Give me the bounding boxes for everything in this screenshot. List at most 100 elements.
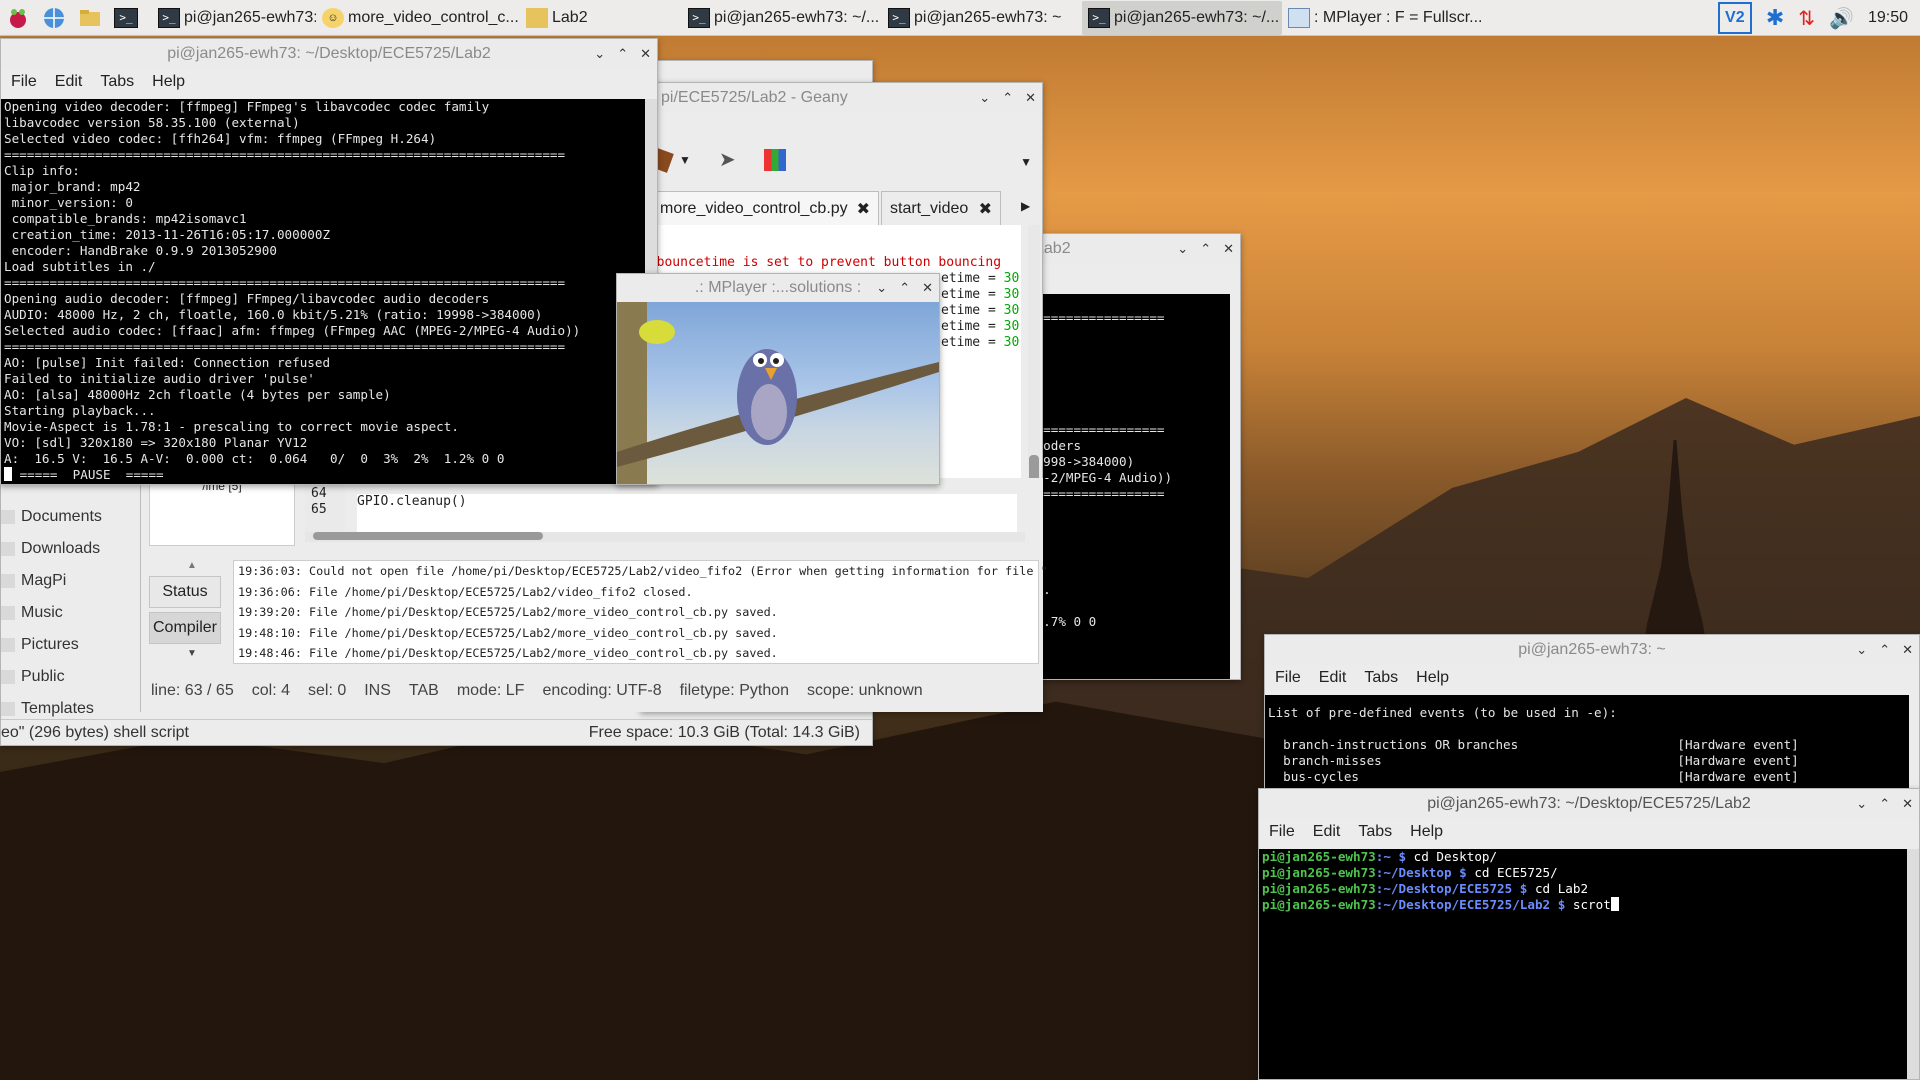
terminal-output[interactable]: List of pre-defined events (to be used i… bbox=[1265, 695, 1909, 793]
terminal-line: AO: [pulse] Init failed: Connection refu… bbox=[4, 355, 331, 370]
titlebar[interactable]: .: MPlayer :...solutions : ⌄ ⌃ ✕ bbox=[617, 274, 939, 302]
close-tab-icon[interactable]: ✖ bbox=[857, 199, 870, 219]
terminal-output[interactable]: Opening video decoder: [ffmpeg] FFmpeg's… bbox=[1, 99, 645, 484]
window-title: pi@jan265-ewh73: ~ bbox=[1518, 641, 1666, 658]
file-manager-icon[interactable] bbox=[76, 4, 104, 32]
maximize-icon[interactable]: ⌃ bbox=[1200, 241, 1211, 257]
close-tab-icon[interactable]: ✖ bbox=[979, 199, 992, 219]
titlebar[interactable]: pi@jan265-ewh73: ~/Desktop/ECE5725/Lab2 … bbox=[1, 39, 657, 69]
terminal-line: Selected video codec: [ffh264] vfm: ffmp… bbox=[4, 131, 437, 146]
menu-help[interactable]: Help bbox=[152, 73, 185, 91]
terminal-icon: >_ bbox=[158, 7, 180, 28]
menu-file[interactable]: File bbox=[1269, 823, 1295, 841]
video-frame[interactable] bbox=[617, 302, 939, 484]
minimize-icon[interactable]: ⌄ bbox=[1177, 241, 1188, 257]
symbols-panel[interactable]: /ime [5] bbox=[149, 478, 295, 546]
clock[interactable]: 19:50 bbox=[1868, 9, 1908, 27]
terminal-line: bus-cycles [Hardware event] bbox=[1268, 769, 1799, 784]
status-field: mode: LF bbox=[456, 682, 525, 699]
tab-start-video[interactable]: start_video ✖ bbox=[881, 191, 1001, 225]
prompt-path: :~/Desktop $ bbox=[1375, 865, 1475, 880]
maximize-icon[interactable]: ⌃ bbox=[617, 46, 628, 62]
bluetooth-icon[interactable]: ✱ bbox=[1766, 5, 1784, 31]
menu-tabs[interactable]: Tabs bbox=[1364, 669, 1398, 687]
menu-edit[interactable]: Edit bbox=[55, 73, 83, 91]
minimize-icon[interactable]: ⌄ bbox=[979, 90, 990, 106]
status-field: col: 4 bbox=[251, 682, 290, 699]
maximize-icon[interactable]: ⌃ bbox=[899, 280, 910, 296]
pause-line: ===== PAUSE ===== bbox=[4, 467, 645, 483]
place-pictures[interactable]: Pictures bbox=[1, 629, 151, 661]
folder-icon bbox=[1, 510, 15, 524]
tab-more-video-control[interactable]: more_video_control_cb.py ✖ bbox=[651, 191, 879, 225]
close-icon[interactable]: ✕ bbox=[1223, 241, 1234, 257]
titlebar[interactable]: pi@jan265-ewh73: ~/Desktop/ECE5725/Lab2 … bbox=[1259, 789, 1919, 819]
color-chooser-icon[interactable] bbox=[763, 148, 786, 171]
minimize-icon[interactable]: ⌄ bbox=[1856, 796, 1867, 812]
menu-file[interactable]: File bbox=[1275, 669, 1301, 687]
minimize-icon[interactable]: ⌄ bbox=[876, 280, 887, 296]
task-terminal-lab2[interactable]: >_pi@jan265-ewh73: ~/... bbox=[152, 1, 316, 35]
menu-tabs[interactable]: Tabs bbox=[100, 73, 134, 91]
terminal-line: compatible_brands: mp42isomavc1 bbox=[4, 211, 247, 226]
task-terminal-2[interactable]: >_ pi@jan265-ewh73: ~/... bbox=[682, 1, 882, 35]
dropdown-icon[interactable]: ▼ bbox=[679, 153, 691, 167]
status-tab-button[interactable]: Status bbox=[149, 576, 221, 608]
close-icon[interactable]: ✕ bbox=[640, 46, 651, 62]
compiler-tab-button[interactable]: Compiler bbox=[149, 612, 221, 644]
close-icon[interactable]: ✕ bbox=[1025, 90, 1036, 106]
minimize-icon[interactable]: ⌄ bbox=[594, 46, 605, 62]
close-icon[interactable]: ✕ bbox=[922, 280, 933, 296]
minimize-icon[interactable]: ⌄ bbox=[1856, 642, 1867, 658]
terminal-line: Failed to initialize audio driver 'pulse… bbox=[4, 371, 315, 386]
code-bottom[interactable]: GPIO.cleanup() bbox=[357, 494, 1017, 532]
folder-icon bbox=[1, 606, 15, 620]
menu-help[interactable]: Help bbox=[1416, 669, 1449, 687]
task-mplayer[interactable]: : MPlayer : F = Fullscr... bbox=[1282, 1, 1482, 35]
window-title: pi@jan265-ewh73: ~/Desktop/ECE5725/Lab2 bbox=[167, 45, 491, 62]
task-terminal-home[interactable]: >_ pi@jan265-ewh73: ~ bbox=[882, 1, 1082, 35]
terminal-output[interactable]: pi@jan265-ewh73:~ $ cd Desktop/pi@jan265… bbox=[1259, 849, 1907, 1079]
message-log[interactable]: 19:36:03: Could not open file /home/pi/D… bbox=[233, 560, 1048, 664]
network-disconnected-icon[interactable]: ⇅ bbox=[1798, 6, 1815, 31]
terminal-line: 19:39:20: File /home/pi/Desktop/ECE5725/… bbox=[238, 605, 778, 619]
maximize-icon[interactable]: ⌃ bbox=[1879, 796, 1890, 812]
maximize-icon[interactable]: ⌃ bbox=[1002, 90, 1013, 106]
titlebar[interactable]: pi/ECE5725/Lab2 - Geany ⌄ ⌃ ✕ bbox=[641, 83, 1042, 113]
raspberry-menu-icon[interactable] bbox=[4, 4, 32, 32]
menu-tabs[interactable]: Tabs bbox=[1358, 823, 1392, 841]
tab-scroll-right-icon[interactable]: ▶ bbox=[1021, 199, 1030, 213]
place-magpi[interactable]: MagPi bbox=[1, 565, 151, 597]
terminal-output[interactable]: ================== ================== eco… bbox=[1025, 294, 1230, 679]
place-label: Templates bbox=[21, 700, 94, 717]
maximize-icon[interactable]: ⌃ bbox=[1879, 642, 1890, 658]
browser-icon[interactable] bbox=[40, 4, 68, 32]
terminal-scrollbar[interactable] bbox=[1907, 849, 1919, 1079]
titlebar[interactable]: pi@jan265-ewh73: ~ ⌄ ⌃ ✕ bbox=[1265, 635, 1919, 665]
toolbar-overflow-icon[interactable]: ▼ bbox=[1020, 155, 1032, 169]
vnc-icon[interactable]: V2 bbox=[1717, 2, 1752, 34]
pane-down-icon[interactable]: ▼ bbox=[187, 648, 197, 659]
terminal-line: Opening video decoder: [ffmpeg] FFmpeg's… bbox=[4, 99, 490, 114]
close-icon[interactable]: ✕ bbox=[1902, 796, 1913, 812]
pane-up-icon[interactable]: ▲ bbox=[187, 560, 197, 571]
volume-icon[interactable]: 🔊 bbox=[1829, 6, 1854, 31]
place-public[interactable]: Public bbox=[1, 661, 151, 693]
horizontal-scrollbar[interactable] bbox=[305, 532, 1025, 542]
task-geany[interactable]: ☺ more_video_control_c... bbox=[316, 1, 520, 35]
menu-edit[interactable]: Edit bbox=[1319, 669, 1347, 687]
menu-file[interactable]: File bbox=[11, 73, 37, 91]
terminal-line: ========================================… bbox=[4, 275, 566, 290]
menu-edit[interactable]: Edit bbox=[1313, 823, 1341, 841]
menu-help[interactable]: Help bbox=[1410, 823, 1443, 841]
terminal-launcher-icon[interactable]: >_ bbox=[112, 4, 140, 32]
titlebar[interactable]: Lab2 ⌄ ⌃ ✕ bbox=[1025, 234, 1240, 264]
place-documents[interactable]: Documents bbox=[1, 501, 151, 533]
place-downloads[interactable]: Downloads bbox=[1, 533, 151, 565]
task-lab2-folder[interactable]: Lab2 bbox=[520, 1, 682, 35]
send-icon[interactable]: ➤ bbox=[719, 147, 736, 172]
close-icon[interactable]: ✕ bbox=[1902, 642, 1913, 658]
place-music[interactable]: Music bbox=[1, 597, 151, 629]
task-terminal-active[interactable]: >_ pi@jan265-ewh73: ~/... bbox=[1082, 0, 1282, 35]
pause-text: ===== PAUSE ===== bbox=[12, 467, 164, 482]
